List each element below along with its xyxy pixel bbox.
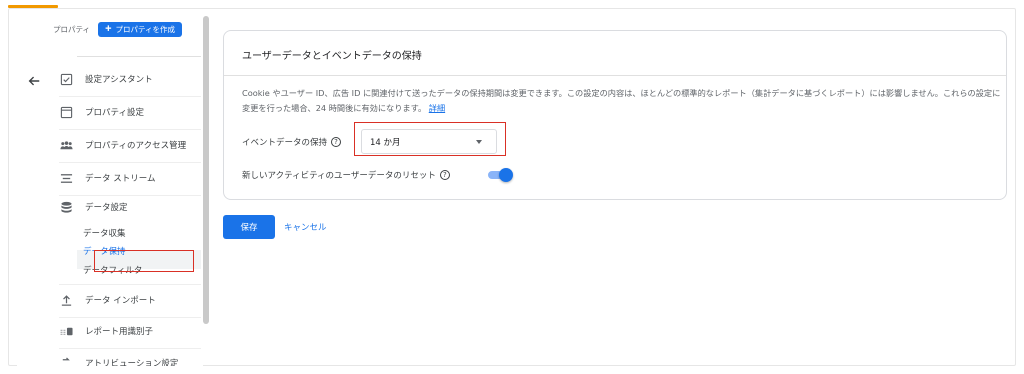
- admin-sidebar: プロパティ + プロパティを作成 設定アシスタント プロパティ設定 プロパティの…: [17, 10, 203, 366]
- people-icon: [59, 138, 73, 152]
- sidebar-item-data-import[interactable]: データ インポート: [59, 285, 201, 315]
- help-icon[interactable]: ?: [331, 137, 342, 147]
- create-property-button[interactable]: + プロパティを作成: [98, 22, 183, 37]
- property-settings-icon: [59, 105, 73, 119]
- plus-icon: +: [105, 23, 112, 35]
- sidebar-item-access-management[interactable]: プロパティのアクセス管理: [59, 130, 201, 160]
- property-header: プロパティ + プロパティを作成: [53, 22, 183, 37]
- database-icon: [59, 200, 73, 214]
- upload-icon: [59, 293, 73, 307]
- sidebar-item-property-settings[interactable]: プロパティ設定: [59, 97, 201, 127]
- sidebar-item-label: レポート用識別子: [85, 327, 154, 337]
- sidebar-item-data-streams[interactable]: データ ストリーム: [59, 163, 201, 193]
- save-button[interactable]: 保存: [223, 215, 275, 239]
- sidebar-item-data-settings[interactable]: データ設定: [59, 192, 201, 222]
- description-text: Cookie やユーザー ID、広告 ID に関連付けて送ったデータの保持期間は…: [242, 88, 1001, 113]
- card-divider: [224, 75, 1006, 76]
- sidebar-scrollbar[interactable]: [203, 16, 209, 324]
- checkbox-icon: [59, 72, 73, 86]
- header-divider: [77, 56, 201, 57]
- attribution-icon: [59, 356, 73, 366]
- sidebar-item-label: アトリビューション設定: [85, 359, 179, 366]
- sidebar-item-label: 設定アシスタント: [85, 75, 153, 85]
- sidebar-subitem-data-collection[interactable]: データ収集: [83, 225, 126, 241]
- sidebar-item-label: データ設定: [85, 203, 128, 213]
- tab-accent-bar: [8, 5, 58, 8]
- help-icon[interactable]: ?: [439, 170, 450, 180]
- create-property-label: プロパティを作成: [115, 25, 176, 34]
- details-link[interactable]: 詳細: [429, 103, 445, 113]
- highlight-box-retention-select: [354, 122, 506, 156]
- toggle-knob: [499, 168, 513, 182]
- property-label: プロパティ: [53, 25, 91, 34]
- cancel-button[interactable]: キャンセル: [284, 215, 327, 239]
- sidebar-item-reporting-identity[interactable]: ☷ レポート用識別子: [59, 316, 201, 346]
- identifier-icon: ☷: [59, 324, 73, 338]
- back-arrow-icon[interactable]: [25, 72, 43, 90]
- reset-user-data-field-label: 新しいアクティビティのユーザーデータのリセット ?: [242, 168, 450, 182]
- svg-text:☷: ☷: [60, 328, 66, 336]
- highlight-box-data-retention: [94, 250, 194, 272]
- settings-page: プロパティ + プロパティを作成 設定アシスタント プロパティ設定 プロパティの…: [0, 0, 1024, 374]
- event-retention-field-label: イベントデータの保持 ?: [242, 135, 342, 149]
- sidebar-item-attribution-settings[interactable]: アトリビューション設定: [59, 348, 201, 366]
- sidebar-item-label: データ インポート: [85, 296, 156, 306]
- data-stream-icon: [59, 171, 73, 185]
- data-retention-card: ユーザーデータとイベントデータの保持 Cookie やユーザー ID、広告 ID…: [223, 30, 1007, 200]
- retention-description: Cookie やユーザー ID、広告 ID に関連付けて送ったデータの保持期間は…: [242, 86, 1002, 116]
- sidebar-item-setup-assistant[interactable]: 設定アシスタント: [59, 64, 201, 94]
- sidebar-item-label: データ ストリーム: [85, 174, 156, 184]
- sidebar-item-label: プロパティのアクセス管理: [85, 141, 187, 151]
- reset-user-data-toggle[interactable]: [487, 168, 513, 182]
- card-title: ユーザーデータとイベントデータの保持: [242, 51, 422, 62]
- reset-label: 新しいアクティビティのユーザーデータのリセット: [242, 171, 436, 181]
- sidebar-item-label: プロパティ設定: [85, 108, 144, 118]
- event-retention-label: イベントデータの保持: [242, 138, 328, 148]
